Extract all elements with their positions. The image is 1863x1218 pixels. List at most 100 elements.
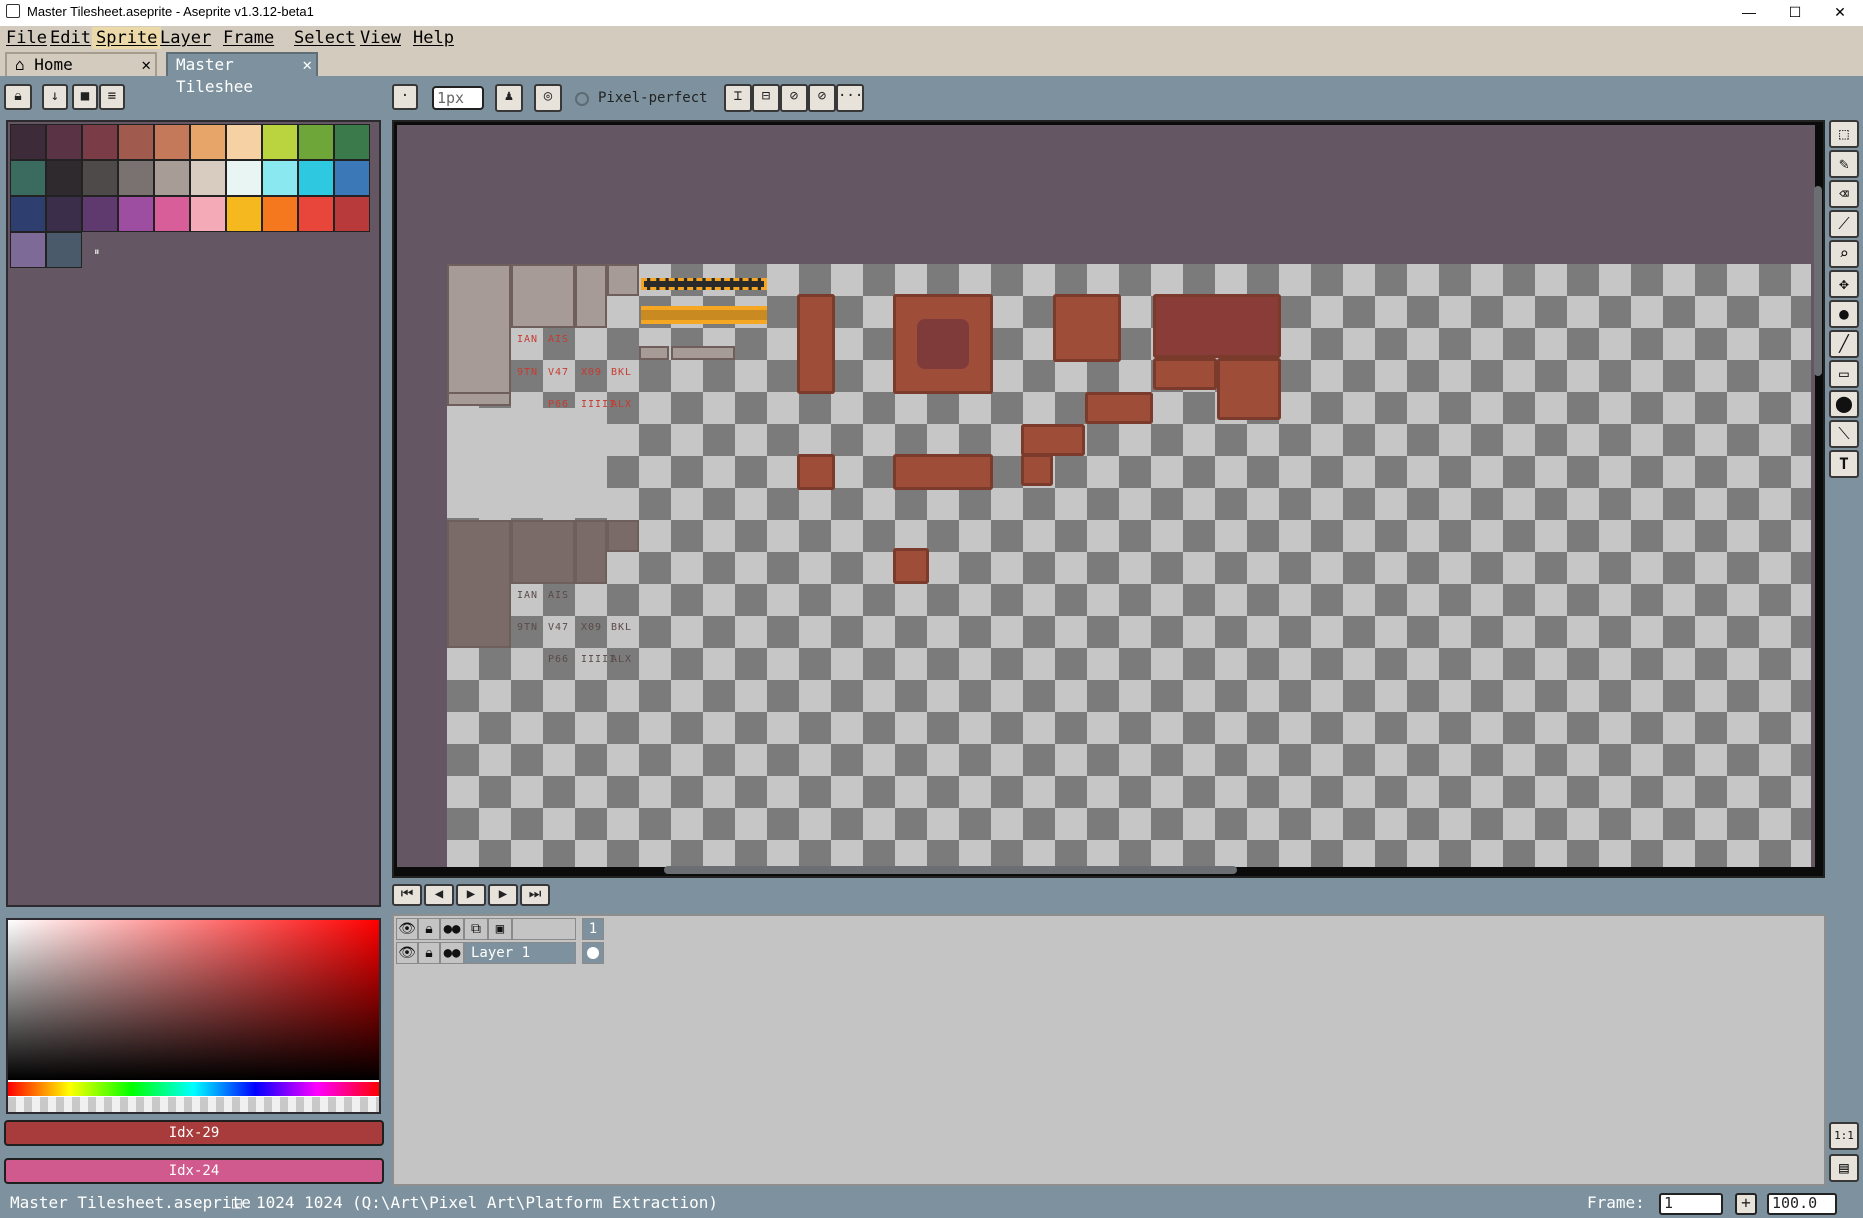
palette-swatch[interactable] [10, 160, 46, 196]
add-frame-button[interactable]: + [1735, 1193, 1757, 1215]
contour-tool-icon[interactable]: ⬤ [1829, 390, 1859, 418]
fill-tool-icon[interactable]: ● [1829, 300, 1859, 328]
palette-swatch[interactable] [262, 160, 298, 196]
palette-swatch[interactable] [154, 124, 190, 160]
symmetry-horizontal-icon[interactable]: ⊟ [752, 84, 780, 112]
frame-header-1[interactable]: 1 [582, 918, 604, 940]
background-color-index[interactable]: Idx-24 [4, 1158, 384, 1184]
palette-swatch[interactable] [118, 124, 154, 160]
palette-swatch[interactable] [46, 196, 82, 232]
menu-view[interactable]: View [356, 27, 405, 49]
eyedropper-tool-icon[interactable]: ⟋ [1829, 210, 1859, 238]
blur-tool-icon[interactable]: ⟍ [1829, 420, 1859, 448]
menu-frame[interactable]: Frame [219, 27, 278, 49]
layer-continuous-icon[interactable]: ●● [440, 942, 464, 964]
close-window-button[interactable]: ✕ [1817, 0, 1863, 26]
lock-header-icon[interactable]: 🔒︎ [418, 918, 440, 940]
symmetry-vertical-icon[interactable]: ⌶ [724, 84, 752, 112]
frame-header-icon[interactable]: ▣ [488, 918, 512, 940]
palette-swatch[interactable] [226, 124, 262, 160]
horizontal-scrollbar[interactable] [664, 866, 1237, 874]
palette-swatch[interactable] [190, 160, 226, 196]
palette-swatch[interactable] [82, 124, 118, 160]
menu-help[interactable]: Help [409, 27, 458, 49]
brush-size-input[interactable]: 1px [432, 86, 484, 110]
palette-swatch[interactable] [298, 124, 334, 160]
tab-document[interactable]: Master Tileshee ✕ [166, 52, 318, 96]
opacity-icon[interactable]: ◎ [534, 84, 562, 112]
layer-name[interactable]: Layer 1 [464, 942, 576, 964]
hue-slider[interactable] [8, 1082, 379, 1096]
next-frame-icon[interactable]: ▶ [488, 884, 518, 906]
play-icon[interactable]: ▶ [456, 884, 486, 906]
palette-swatch[interactable] [46, 124, 82, 160]
zoom-input[interactable]: 100.0 [1767, 1193, 1837, 1215]
menu-file[interactable]: File [2, 27, 51, 49]
rectangle-tool-icon[interactable]: ▭ [1829, 360, 1859, 388]
marquee-tool-icon[interactable]: ⬚ [1829, 120, 1859, 148]
palette-swatch[interactable] [298, 160, 334, 196]
close-tab-document-icon[interactable]: ✕ [302, 54, 312, 76]
symmetry-anti-diagonal-icon[interactable]: ⊘ [808, 84, 836, 112]
palette-options-icon[interactable]: ≡ [99, 84, 125, 110]
close-tab-home-icon[interactable]: ✕ [141, 54, 151, 76]
tab-home[interactable]: ⌂ Home ✕ [5, 52, 157, 76]
zoom-tool-icon[interactable]: ⌕ [1829, 240, 1859, 268]
cel-1[interactable] [582, 942, 604, 964]
palette-presets-icon[interactable]: ■ [72, 84, 98, 110]
palette-swatch[interactable] [190, 196, 226, 232]
layer-visibility-icon[interactable]: 👁︎ [396, 942, 418, 964]
ink-icon[interactable]: ♟ [495, 84, 523, 112]
palette-swatch[interactable] [334, 196, 370, 232]
palette-swatch[interactable] [154, 196, 190, 232]
eraser-tool-icon[interactable]: ⌫ [1829, 180, 1859, 208]
palette-swatch[interactable] [190, 124, 226, 160]
palette-swatch[interactable] [118, 160, 154, 196]
palette-swatch[interactable] [118, 196, 154, 232]
brush-type-button[interactable]: · [392, 84, 418, 110]
palette-swatch[interactable] [82, 160, 118, 196]
maximize-button[interactable]: ☐ [1772, 0, 1818, 26]
palette-swatch[interactable] [262, 196, 298, 232]
palette-swatch[interactable] [226, 196, 262, 232]
palette-swatch[interactable] [10, 196, 46, 232]
palette-swatch[interactable] [334, 160, 370, 196]
menu-edit[interactable]: Edit [46, 27, 95, 49]
frame-input[interactable]: 1 [1659, 1193, 1723, 1215]
frames-panel-icon[interactable]: ▤ [1829, 1154, 1859, 1182]
ratio-button[interactable]: 1:1 [1829, 1122, 1859, 1150]
menu-layer[interactable]: Layer [156, 27, 215, 49]
palette-swatch[interactable] [10, 232, 46, 268]
palette-swatch[interactable] [298, 196, 334, 232]
pixel-perfect-checkbox[interactable] [575, 92, 589, 106]
palette-swatch[interactable] [46, 160, 82, 196]
palette-swatch[interactable] [262, 124, 298, 160]
foreground-color-index[interactable]: Idx-29 [4, 1120, 384, 1146]
sprite-editor[interactable]: IAN AIS 9TN V47 X09 BKL P66 IIIII ALX IA… [392, 120, 1825, 878]
palette-swatch[interactable] [46, 232, 82, 268]
onion-skin-icon[interactable]: ●● [440, 918, 464, 940]
saturation-value-field[interactable] [8, 920, 379, 1080]
first-frame-icon[interactable]: ⏮ [392, 884, 422, 906]
layer-lock-icon[interactable]: 🔒︎ [418, 942, 440, 964]
vertical-scrollbar[interactable] [1814, 186, 1822, 376]
alpha-slider[interactable] [8, 1097, 379, 1112]
pencil-tool-icon[interactable]: ✎ [1829, 150, 1859, 178]
palette-swatch[interactable] [82, 196, 118, 232]
palette-lock-icon[interactable]: 🔒︎ [4, 84, 32, 110]
layer-link-icon[interactable]: ⧉ [464, 918, 488, 940]
visibility-header-icon[interactable]: 👁︎ [396, 918, 418, 940]
palette-sort-icon[interactable]: ↓ [42, 84, 68, 110]
symmetry-diagonal-icon[interactable]: ⊘ [780, 84, 808, 112]
text-tool-icon[interactable]: T [1829, 450, 1859, 478]
minimize-button[interactable]: — [1726, 0, 1772, 26]
more-options-button[interactable]: ··· [836, 84, 864, 112]
previous-frame-icon[interactable]: ◀ [424, 884, 454, 906]
sprite-canvas[interactable]: IAN AIS 9TN V47 X09 BKL P66 IIIII ALX IA… [447, 264, 1811, 867]
move-tool-icon[interactable]: ✥ [1829, 270, 1859, 298]
palette-swatch[interactable] [10, 124, 46, 160]
palette-swatch[interactable] [334, 124, 370, 160]
last-frame-icon[interactable]: ⏭ [520, 884, 550, 906]
palette-swatch[interactable] [154, 160, 190, 196]
menu-select[interactable]: Select [290, 27, 359, 49]
